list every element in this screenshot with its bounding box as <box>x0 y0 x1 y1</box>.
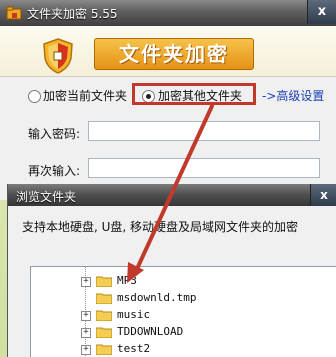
window-titlebar[interactable]: 文件夹加密 5.55 x <box>0 0 336 26</box>
dialog-title: 浏览文件夹 <box>16 190 77 204</box>
radio-encrypt-current[interactable] <box>28 90 41 103</box>
banner-title: 文件夹加密 <box>119 42 229 66</box>
tree-item[interactable]: + music <box>31 307 336 324</box>
expand-toggle[interactable]: + <box>81 311 91 321</box>
password-input[interactable] <box>88 121 320 141</box>
highlight-annotation <box>132 83 256 105</box>
tree-item[interactable]: + TDDOWNLOAD <box>31 324 336 341</box>
folder-tree[interactable]: + MP3 msdownld.tmp + music + TDDOWNLOAD … <box>30 266 336 357</box>
folder-icon <box>96 344 112 355</box>
confirm-password-input[interactable] <box>88 158 320 178</box>
expand-toggle[interactable]: + <box>81 277 91 287</box>
expand-toggle[interactable]: + <box>81 345 91 355</box>
close-button[interactable]: x <box>307 0 336 24</box>
tree-item-label: test2 <box>117 342 151 355</box>
folder-icon <box>96 310 112 321</box>
folder-icon <box>96 293 112 304</box>
browse-folder-dialog: 浏览文件夹 x 支持本地硬盘, U盘, 移动硬盘及局域网文件夹的加密 + MP3… <box>7 184 336 357</box>
tree-item-label: msdownld.tmp <box>117 291 197 304</box>
lock-folder-icon <box>6 6 22 20</box>
folder-encrypt-window: 文件夹加密 5.55 x 文件夹加密 加密当前文件夹 加密其他文件夹 ->高级设… <box>0 0 336 200</box>
dialog-description: 支持本地硬盘, U盘, 移动硬盘及局域网文件夹的加密 <box>22 220 299 234</box>
expand-toggle[interactable]: + <box>81 328 91 338</box>
shield-icon <box>43 38 73 74</box>
window-title: 文件夹加密 5.55 <box>27 7 118 21</box>
dialog-titlebar[interactable]: 浏览文件夹 x <box>8 184 336 206</box>
tree-item[interactable]: + test2 <box>31 341 336 357</box>
tree-item[interactable]: msdownld.tmp <box>31 290 336 307</box>
tree-item-label: MP3 <box>117 274 137 287</box>
folder-icon <box>96 327 112 338</box>
tree-item[interactable]: + MP3 <box>31 273 336 290</box>
radio-encrypt-current-label[interactable]: 加密当前文件夹 <box>43 87 127 104</box>
password-label: 输入密码: <box>28 127 81 141</box>
folder-icon <box>96 276 112 287</box>
dialog-close-button[interactable]: x <box>310 184 336 206</box>
banner-title-box: 文件夹加密 <box>94 38 254 70</box>
tree-item-label: TDDOWNLOAD <box>117 325 184 338</box>
tree-item-label: music <box>117 308 151 321</box>
confirm-password-label: 再次输入: <box>28 164 81 178</box>
advanced-settings-link[interactable]: ->高级设置 <box>262 87 324 104</box>
